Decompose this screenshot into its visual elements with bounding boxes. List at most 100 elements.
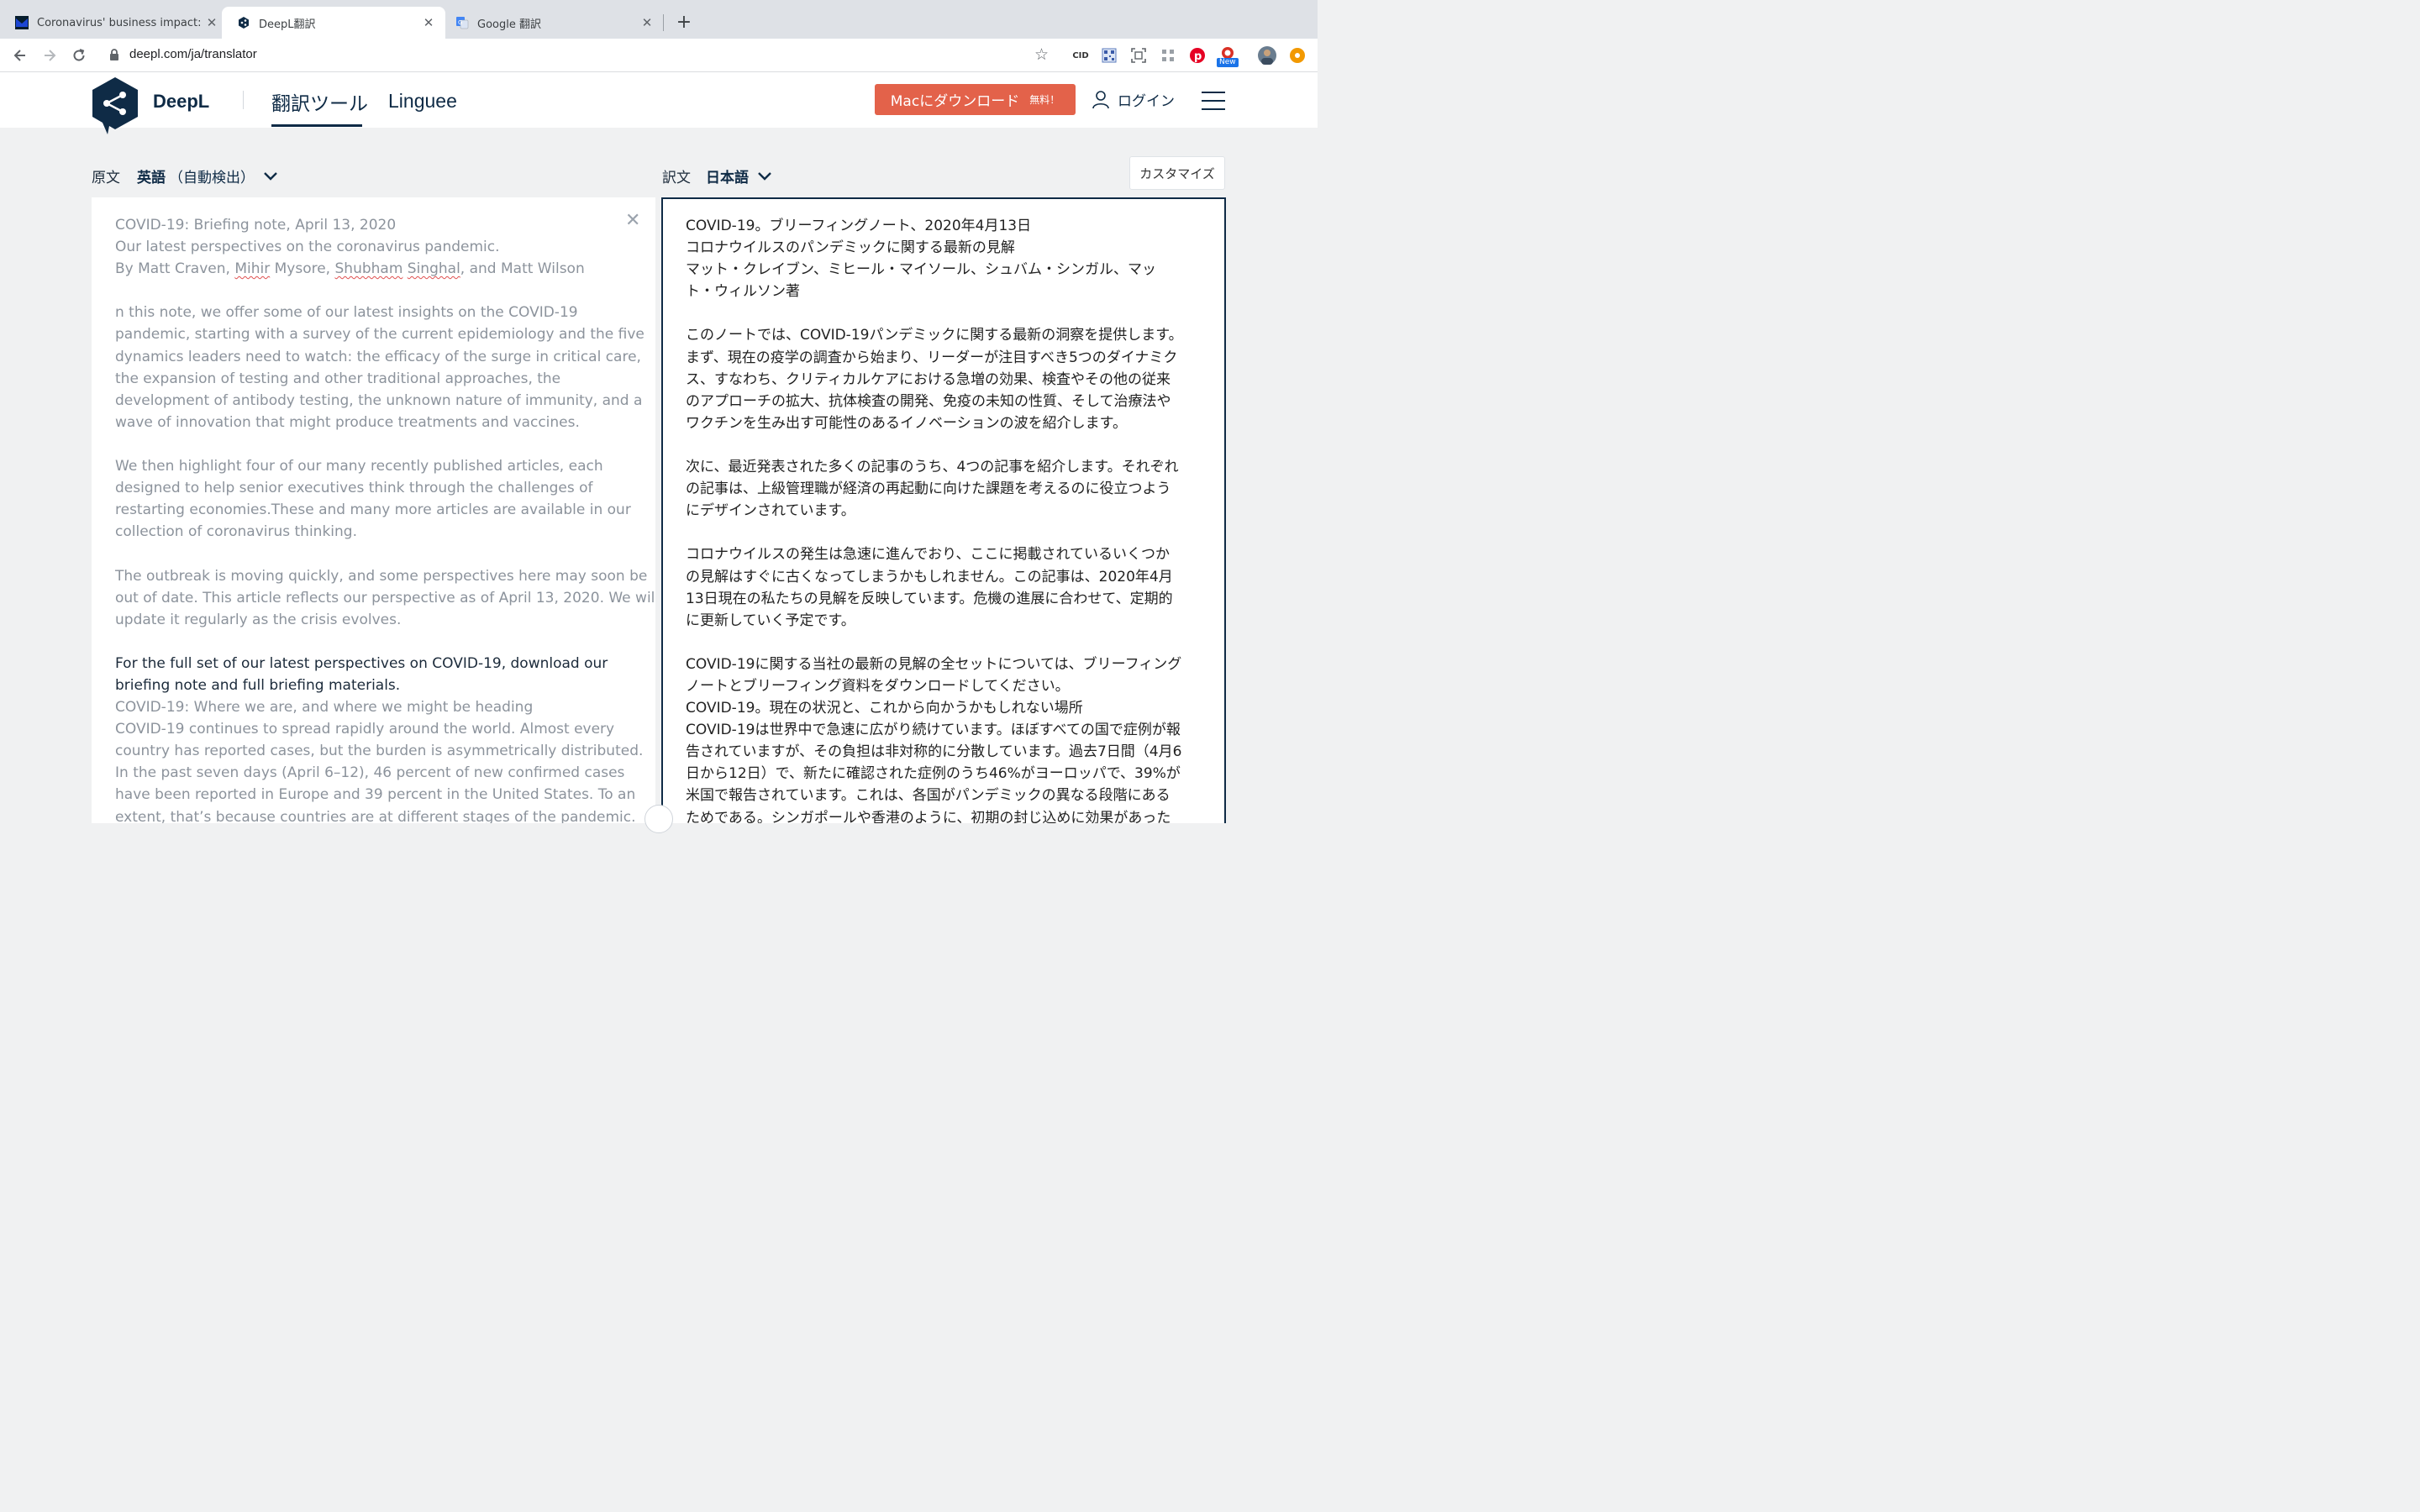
- text-line: マット・クレイブン、ミヒール・マイソール、シュバム・シンガル、マッ: [686, 261, 1156, 279]
- text-line: dynamics leaders need to watch: the effi…: [115, 348, 641, 365]
- download-mac-button[interactable]: Macにダウンロード 無料！: [875, 84, 1076, 115]
- text-line: このノートでは、COVID-19パンデミックに関する最新の洞察を提供します。: [686, 327, 1183, 344]
- new-tab-button[interactable]: +: [674, 12, 694, 33]
- hamburger-menu-icon[interactable]: [1202, 92, 1225, 110]
- google-translate-favicon-icon: G: [455, 16, 469, 29]
- browser-toolbar: deepl.com/ja/translator ☆ CID p New: [0, 39, 1318, 72]
- source-heading: COVID-19: Briefing note, April 13, 2020 …: [115, 214, 629, 280]
- text-line: コロナウイルスの発生は急速に進んでおり、ここに掲載されているいくつか: [686, 546, 1170, 564]
- text-line: restarting economies.These and many more…: [115, 501, 631, 519]
- clear-source-icon[interactable]: ✕: [625, 210, 640, 231]
- text-line: For the full set of our latest perspecti…: [115, 654, 608, 672]
- text-line: の記事は、上級管理職が経済の再起動に向けた課題を考えるのに役立つよう: [686, 480, 1171, 498]
- lock-icon[interactable]: [109, 48, 119, 64]
- nav-translator[interactable]: 翻訳ツール: [271, 87, 368, 116]
- customize-button[interactable]: カスタマイズ: [1129, 156, 1225, 190]
- text-line: まず、現在の疫学の調査から始まり、リーダーが注目すべき5つのダイナミク: [686, 349, 1178, 366]
- pinterest-icon[interactable]: p: [1188, 46, 1207, 65]
- back-button[interactable]: [10, 45, 30, 66]
- text-line: COVID-19に関する当社の最新の見解の全セットについては、ブリーフィング: [686, 655, 1182, 673]
- cid-icon[interactable]: CID: [1071, 46, 1090, 65]
- text-line: COVID-19: Where we are, and where we mig…: [115, 699, 534, 717]
- spellcheck-word: Mihir: [234, 260, 271, 278]
- close-tab-icon[interactable]: ✕: [203, 14, 220, 31]
- forward-button[interactable]: [39, 45, 60, 66]
- translation-output[interactable]: COVID-19。ブリーフィングノート、2020年4月13日 コロナウイルスのパン…: [686, 215, 1198, 823]
- login-label: ログイン: [1118, 93, 1175, 110]
- source-paragraph: n this note, we offer some of our latest…: [115, 302, 644, 433]
- address-bar[interactable]: deepl.com/ja/translator: [129, 47, 257, 61]
- tab-title: Coronavirus' business impact:: [37, 16, 202, 29]
- text-line: pandemic, starting with a survey of the …: [115, 326, 644, 344]
- source-byline: By Matt Craven, Mihir Mysore, Shubham Si…: [115, 260, 585, 278]
- text-line: COVID-19。現在の状況と、これから向かうかもしれない場所: [686, 700, 1083, 717]
- text-line: の見解はすぐに古くなってしまうかもしれません。この記事は、2020年4月: [686, 568, 1173, 585]
- swap-scroll-button[interactable]: [644, 805, 673, 833]
- notification-icon[interactable]: [1288, 46, 1307, 65]
- target-language-selector[interactable]: 訳文 日本語: [662, 165, 772, 186]
- bookmark-star-icon[interactable]: ☆: [1034, 45, 1049, 64]
- source-language-selector[interactable]: 原文 英語 （自動検出）: [92, 165, 278, 186]
- browser-tab[interactable]: G Google 翻訳 ✕: [440, 7, 664, 39]
- text-line: extent, that’s because countries are at …: [115, 808, 636, 823]
- screenshot-icon[interactable]: [1129, 46, 1148, 65]
- svg-text:p: p: [1194, 50, 1202, 63]
- spellcheck-word: Shubham: [334, 260, 403, 278]
- browser-tab[interactable]: Coronavirus' business impact: ✕: [0, 7, 229, 39]
- source-detect-label: （自動検出）: [169, 170, 255, 186]
- profile-avatar[interactable]: [1258, 46, 1276, 65]
- close-tab-icon[interactable]: ✕: [420, 14, 437, 31]
- target-paragraph: COVID-19に関する当社の最新の見解の全セットについては、ブリーフィング ノー…: [686, 654, 1198, 823]
- text-line: ためである。シンガポールや香港のように、初期の封じ込めに効果があった: [686, 809, 1171, 823]
- text-line: designed to help senior executives think…: [115, 480, 593, 497]
- target-paragraph: 次に、最近発表された多くの記事のうち、4つの記事を紹介します。それぞれ の記事は、…: [686, 456, 1198, 522]
- source-paragraph: For the full set of our latest perspecti…: [115, 653, 629, 696]
- new-badge: New: [1217, 58, 1239, 67]
- browser-tab-bar: Coronavirus' business impact: ✕ DeepL翻訳 …: [0, 0, 1318, 39]
- browser-tab-active[interactable]: DeepL翻訳 ✕: [222, 7, 445, 39]
- qr-icon[interactable]: [1100, 46, 1118, 65]
- header-divider: [243, 91, 244, 109]
- spellcheck-word: Singhal: [407, 260, 460, 278]
- user-icon: [1092, 90, 1109, 108]
- deepl-header: DeepL 翻訳ツール Linguee Macにダウンロード 無料！ ログイン: [0, 72, 1318, 134]
- source-label: 原文: [92, 170, 120, 186]
- nav-active-indicator: [271, 124, 362, 127]
- text-line: 13日現在の私たちの見解を反映しています。危機の進展に合わせて、定期的: [686, 590, 1173, 607]
- target-text-panel[interactable]: COVID-19。ブリーフィングノート、2020年4月13日 コロナウイルスのパン…: [661, 197, 1226, 823]
- login-button[interactable]: ログイン: [1092, 89, 1175, 110]
- text-line: n this note, we offer some of our latest…: [115, 304, 578, 322]
- reload-button[interactable]: [69, 45, 89, 66]
- close-tab-icon[interactable]: ✕: [639, 14, 655, 31]
- source-line: Our latest perspectives on the coronavir…: [115, 239, 500, 256]
- brand-name[interactable]: DeepL: [153, 91, 209, 113]
- download-label: Macにダウンロード: [890, 93, 1020, 110]
- target-label: 訳文: [662, 170, 691, 186]
- reload-icon: [73, 49, 85, 61]
- grid-icon[interactable]: [1159, 46, 1177, 65]
- text-line: The outbreak is moving quickly, and some…: [115, 567, 648, 585]
- target-paragraph: COVID-19。ブリーフィングノート、2020年4月13日 コロナウイルスのパン…: [686, 215, 1198, 302]
- chevron-down-icon: [264, 171, 277, 181]
- text-line: 告されていますが、その負担は非対称的に分散しています。過去7日間（4月6: [686, 743, 1182, 761]
- deepl-logo-icon[interactable]: [91, 76, 139, 139]
- source-text-panel[interactable]: COVID-19: Briefing note, April 13, 2020 …: [92, 197, 655, 823]
- text-line: collection of coronavirus thinking.: [115, 523, 357, 541]
- tab-title: DeepL翻訳: [259, 18, 316, 31]
- text-line: update it regularly as the crisis evolve…: [115, 611, 402, 628]
- deepl-favicon-icon: [237, 16, 250, 29]
- chevron-down-icon: [758, 171, 771, 181]
- text-line: the expansion of testing and other tradi…: [115, 370, 561, 387]
- text-line: コロナウイルスのパンデミックに関する最新の見解: [686, 239, 1015, 257]
- nav-linguee[interactable]: Linguee: [388, 90, 457, 113]
- source-paragraph: We then highlight four of our many recen…: [115, 455, 631, 543]
- text-line: にデザインされています。: [686, 502, 855, 520]
- panel-divider: [655, 197, 661, 823]
- text-line: wave of innovation that might produce tr…: [115, 413, 580, 431]
- text-line: COVID-19は世界中で急速に広がり続けています。ほぼすべての国で症例が報: [686, 722, 1181, 739]
- source-paragraph: COVID-19: Where we are, and where we mig…: [115, 696, 643, 823]
- svg-text:G: G: [458, 19, 462, 26]
- new-badge-icon[interactable]: New: [1217, 46, 1239, 67]
- text-line: We then highlight four of our many recen…: [115, 458, 603, 475]
- source-textarea[interactable]: COVID-19: Briefing note, April 13, 2020 …: [115, 214, 655, 823]
